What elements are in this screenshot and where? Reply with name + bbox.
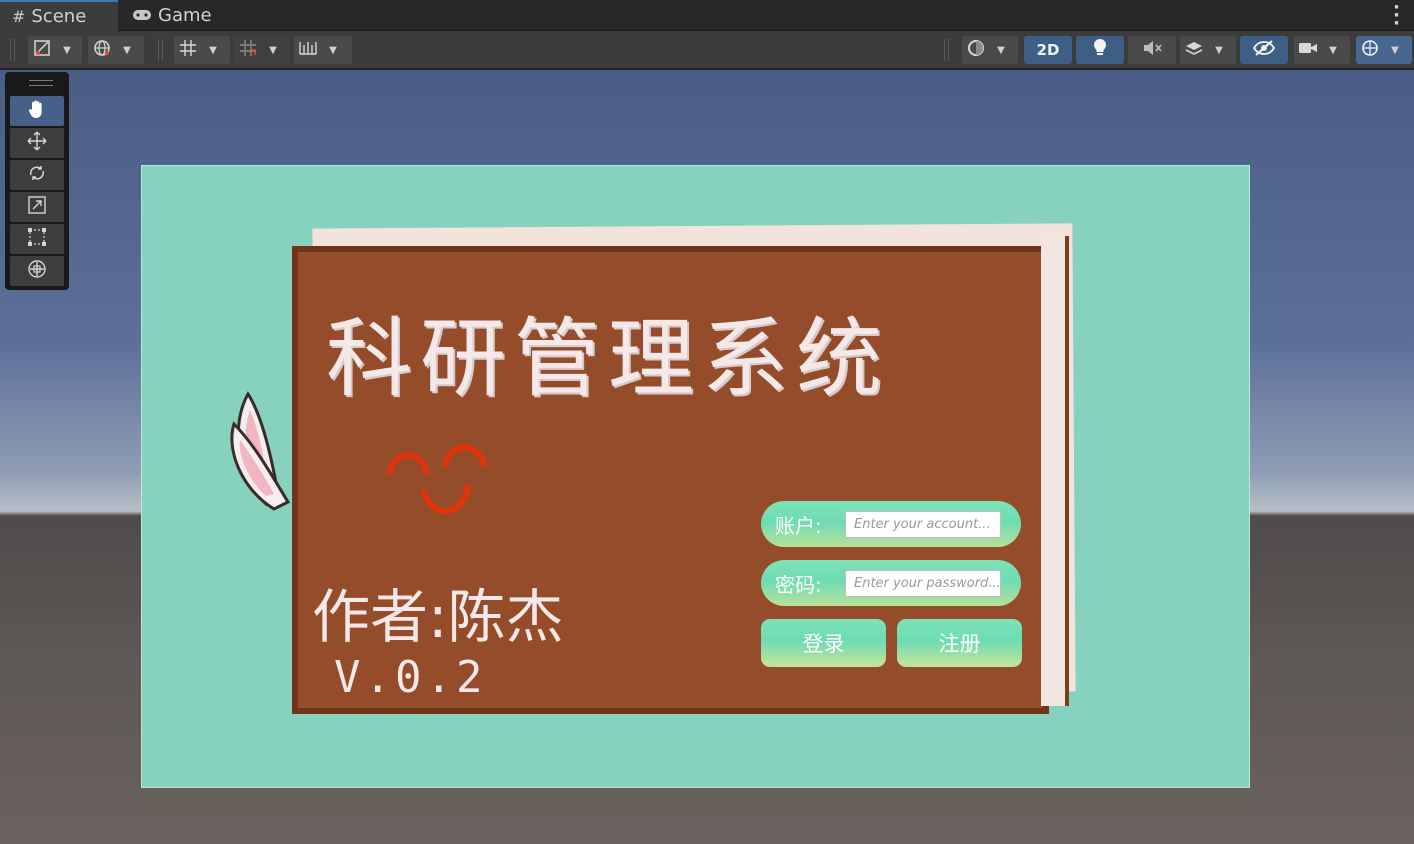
effects-layers-icon xyxy=(1180,39,1208,61)
render-mode-dropdown[interactable]: ▼ xyxy=(88,36,144,64)
chevron-down-icon: ▼ xyxy=(329,44,337,56)
chevron-down-icon: ▼ xyxy=(269,44,277,56)
tab-game-label: Game xyxy=(158,5,212,26)
rotate-icon xyxy=(27,163,47,188)
sphere-shading-icon xyxy=(962,39,990,61)
login-button[interactable]: 登录 xyxy=(761,619,886,667)
chevron-down-icon: ▼ xyxy=(123,44,131,56)
account-input[interactable]: Enter your account... xyxy=(845,511,1001,538)
smile-doodle-icon xyxy=(386,444,488,514)
toolbar-grip[interactable] xyxy=(158,39,163,61)
increment-snap-dropdown[interactable]: ▼ xyxy=(234,36,290,64)
account-row: 账户: Enter your account... xyxy=(761,501,1021,547)
globe-icon xyxy=(88,39,116,61)
grid-snapping-dropdown[interactable]: ▼ xyxy=(174,36,230,64)
chevron-down-icon: ▼ xyxy=(209,44,217,56)
gizmo-sphere-icon xyxy=(1356,39,1384,61)
author-credit: 作者:陈杰 xyxy=(312,583,564,651)
rotate-tool[interactable] xyxy=(10,160,64,190)
gamepad-icon xyxy=(132,6,152,25)
shaded-icon xyxy=(28,39,56,61)
account-label: 账户: xyxy=(775,513,822,538)
version-label: V.0.2 xyxy=(334,652,487,703)
tab-scene[interactable]: # Scene xyxy=(0,0,118,31)
toggle-2d-button[interactable]: 2D xyxy=(1024,36,1072,64)
chevron-down-icon: ▼ xyxy=(1329,44,1337,56)
draw-mode-dropdown[interactable]: ▼ xyxy=(28,36,82,64)
hand-icon xyxy=(28,99,46,124)
chevron-down-icon: ▼ xyxy=(1215,44,1223,56)
ruler-snap-dropdown[interactable]: ▼ xyxy=(294,36,352,64)
move-tool[interactable] xyxy=(10,128,64,158)
audio-toggle-button[interactable] xyxy=(1128,36,1176,64)
tab-scene-label: Scene xyxy=(31,6,87,27)
password-input[interactable]: Enter your password... xyxy=(845,570,1001,597)
game-canvas[interactable]: 科研管理系统 作者:陈杰 V.0.2 账户: Enter your accoun… xyxy=(141,165,1250,788)
rect-transform-icon xyxy=(27,227,47,252)
overlay-drag-handle[interactable] xyxy=(29,80,53,86)
password-label: 密码: xyxy=(775,572,822,597)
ruler-icon xyxy=(294,39,322,61)
scene-toolbar: ▼ ▼ ▼ ▼ ▼ ▼ 2D ▼ ▼ ▼ xyxy=(0,31,1414,69)
shading-mode-dropdown[interactable]: ▼ xyxy=(962,36,1018,64)
scale-icon xyxy=(27,195,47,220)
audio-mute-icon xyxy=(1142,39,1162,61)
tab-game[interactable]: Game xyxy=(128,0,238,31)
toolbar-grip[interactable] xyxy=(944,39,949,61)
toolbar-grip[interactable] xyxy=(10,39,15,61)
chevron-down-icon: ▼ xyxy=(1391,44,1399,56)
gizmos-dropdown[interactable]: ▼ xyxy=(1356,36,1412,64)
more-options-icon[interactable]: · · · xyxy=(1393,0,1400,33)
snap-increment-icon xyxy=(234,39,262,61)
lighting-toggle-button[interactable] xyxy=(1076,36,1124,64)
transform-tool[interactable] xyxy=(10,256,64,286)
password-row: 密码: Enter your password... xyxy=(761,560,1021,606)
eye-hidden-icon xyxy=(1252,40,1276,60)
grid-hash-icon: # xyxy=(12,7,26,26)
game-title: 科研管理系统 xyxy=(326,309,890,409)
chevron-down-icon: ▼ xyxy=(997,44,1005,56)
toggle-2d-label: 2D xyxy=(1036,41,1060,59)
scene-visibility-button[interactable] xyxy=(1240,36,1288,64)
scale-tool[interactable] xyxy=(10,192,64,222)
rect-transform-tool[interactable] xyxy=(10,224,64,254)
chevron-down-icon: ▼ xyxy=(63,44,71,56)
tools-overlay xyxy=(5,72,69,290)
lightbulb-icon xyxy=(1092,38,1108,62)
effects-dropdown[interactable]: ▼ xyxy=(1180,36,1236,64)
transform-combo-icon xyxy=(27,259,47,284)
camera-dropdown[interactable]: ▼ xyxy=(1294,36,1350,64)
hand-tool[interactable] xyxy=(10,96,64,126)
register-button-label: 注册 xyxy=(938,632,981,656)
register-button[interactable]: 注册 xyxy=(897,619,1022,667)
editor-tab-bar: # Scene Game · · · xyxy=(0,0,1414,33)
grid-snap-icon xyxy=(174,39,202,61)
camera-icon xyxy=(1294,40,1322,60)
move-arrows-icon xyxy=(27,131,47,156)
login-button-label: 登录 xyxy=(802,632,845,656)
